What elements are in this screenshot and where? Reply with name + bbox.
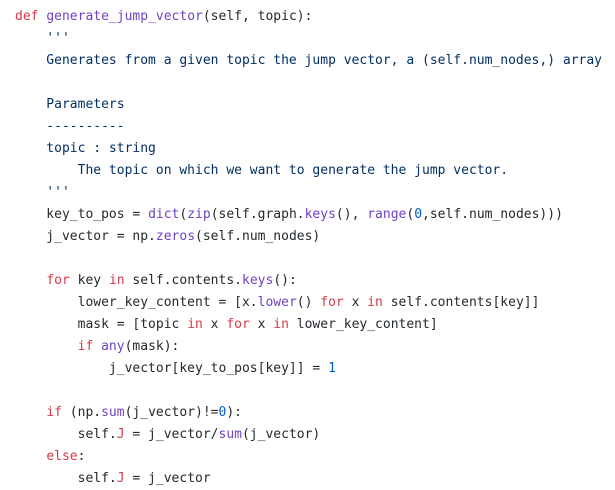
code-token: keys bbox=[304, 207, 336, 222]
code-token: for bbox=[226, 317, 250, 332]
code-token: self.contents. bbox=[124, 273, 242, 288]
code-token: J bbox=[116, 427, 125, 442]
code-line: j_vector = np.zeros(self.num_nodes) bbox=[15, 226, 615, 248]
code-token: (self.graph. bbox=[210, 207, 305, 222]
code-token: zeros bbox=[155, 229, 196, 244]
code-line: self.J = j_vector bbox=[15, 468, 615, 490]
code-token: keys bbox=[242, 273, 274, 288]
code-token: else bbox=[46, 449, 78, 464]
code-token: topic : string bbox=[15, 141, 156, 156]
code-token: if bbox=[77, 339, 94, 354]
code-token: (self.num_nodes) bbox=[195, 229, 321, 244]
code-token: j_vector[key_to_pos[key]] = bbox=[15, 361, 329, 376]
code-line: lower_key_content = [x.lower() for x in … bbox=[15, 292, 615, 314]
code-token: dict bbox=[148, 207, 180, 222]
code-line: def generate_jump_vector(self, topic): bbox=[15, 6, 615, 28]
code-token: J bbox=[116, 471, 125, 486]
code-line: mask = [topic in x for x in lower_key_co… bbox=[15, 314, 615, 336]
code-line: The topic on which we want to generate t… bbox=[15, 160, 615, 182]
code-token: lower_key_content = [x. bbox=[15, 295, 258, 310]
code-token: 0 bbox=[414, 207, 423, 222]
code-token: key_to_pos = bbox=[15, 207, 149, 222]
code-token: lower_key_content] bbox=[288, 317, 438, 332]
code-line: topic : string bbox=[15, 138, 615, 160]
code-line: ---------- bbox=[15, 116, 615, 138]
code-token: generate_jump_vector bbox=[46, 9, 203, 24]
code-token: = j_vector bbox=[124, 471, 211, 486]
code-editor[interactable]: def generate_jump_vector(self, topic): '… bbox=[0, 0, 615, 490]
code-token: (self, topic): bbox=[202, 9, 313, 24]
code-token: any bbox=[101, 339, 125, 354]
code-line: j_vector[key_to_pos[key]] = 1 bbox=[15, 358, 615, 380]
code-token: ,self.num_nodes))) bbox=[422, 207, 563, 222]
code-token: self. bbox=[15, 471, 117, 486]
code-token: ''' bbox=[15, 185, 70, 200]
code-line: Parameters bbox=[15, 94, 615, 116]
code-line: if (np.sum(j_vector)!=0): bbox=[15, 402, 615, 424]
code-token: zip bbox=[187, 207, 211, 222]
code-line: self.J = j_vector/sum(j_vector) bbox=[15, 424, 615, 446]
code-token: (mask): bbox=[124, 339, 180, 354]
code-token: in bbox=[367, 295, 383, 310]
code-token: Generates from a given topic the jump ve… bbox=[15, 53, 602, 68]
code-token: Parameters bbox=[15, 97, 125, 112]
code-token: ---------- bbox=[15, 119, 125, 134]
code-token: (j_vector)!= bbox=[124, 405, 219, 420]
code-token: in bbox=[108, 273, 125, 288]
code-token: (np. bbox=[61, 405, 102, 420]
code-line: key_to_pos = dict(zip(self.graph.keys(),… bbox=[15, 204, 615, 226]
code-token: self.contents[key]] bbox=[382, 295, 540, 310]
code-token: in bbox=[187, 317, 203, 332]
code-token: = j_vector/ bbox=[124, 427, 219, 442]
code-token: x bbox=[249, 317, 274, 332]
code-token: ): bbox=[226, 405, 242, 420]
code-token: sum bbox=[218, 427, 242, 442]
code-token: (): bbox=[273, 273, 297, 288]
code-token: (j_vector) bbox=[241, 427, 321, 442]
code-token: (), bbox=[335, 207, 368, 222]
code-line: for key in self.contents.keys(): bbox=[15, 270, 615, 292]
code-token: x bbox=[343, 295, 368, 310]
code-token: def bbox=[15, 9, 47, 24]
code-line: if any(mask): bbox=[15, 336, 615, 358]
code-token: ''' bbox=[15, 31, 70, 46]
code-line: else: bbox=[15, 446, 615, 468]
code-token: x bbox=[202, 317, 227, 332]
code-token: if bbox=[46, 405, 62, 420]
code-token: lower bbox=[257, 295, 297, 310]
code-token: self. bbox=[15, 427, 117, 442]
code-token: range bbox=[367, 207, 407, 222]
code-token: 1 bbox=[328, 361, 336, 376]
code-line: ''' bbox=[15, 182, 615, 204]
code-token: for bbox=[320, 295, 344, 310]
code-line: ''' bbox=[15, 28, 615, 50]
code-token: : bbox=[77, 449, 86, 464]
code-token: () bbox=[296, 295, 321, 310]
code-token: sum bbox=[101, 405, 125, 420]
code-token: The topic on which we want to generate t… bbox=[15, 163, 509, 178]
code-token: key bbox=[69, 273, 109, 288]
code-line: Generates from a given topic the jump ve… bbox=[15, 50, 615, 72]
code-token: mask = [topic bbox=[15, 317, 188, 332]
code-token: j_vector = np. bbox=[15, 229, 156, 244]
code-token: for bbox=[46, 273, 70, 288]
code-token: in bbox=[273, 317, 289, 332]
